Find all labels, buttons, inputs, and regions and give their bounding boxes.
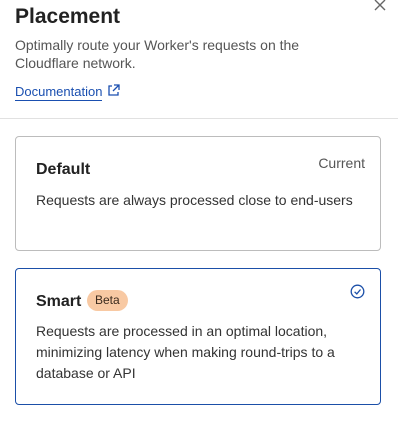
documentation-link[interactable]: Documentation: [15, 84, 103, 101]
option-title: Smart: [36, 293, 82, 310]
placement-panel: Placement Optimally route your Worker's …: [0, 0, 398, 435]
divider: [0, 118, 398, 119]
option-description: Requests are always processed close to e…: [36, 192, 353, 208]
external-link-icon[interactable]: [107, 84, 120, 97]
placement-option-smart[interactable]: Smart Beta Requests are processed in an …: [15, 268, 381, 405]
beta-badge: Beta: [87, 290, 128, 311]
panel-title: Placement: [15, 5, 121, 28]
placement-option-default[interactable]: Default Current Requests are always proc…: [15, 136, 381, 251]
panel-description: Optimally route your Worker's requests o…: [15, 37, 300, 71]
selected-check-icon: [350, 284, 365, 299]
option-description: Requests are processed in an optimal loc…: [36, 323, 335, 381]
current-status-label: Current: [318, 155, 365, 171]
close-icon[interactable]: [372, 0, 388, 15]
option-title: Default: [36, 161, 91, 178]
